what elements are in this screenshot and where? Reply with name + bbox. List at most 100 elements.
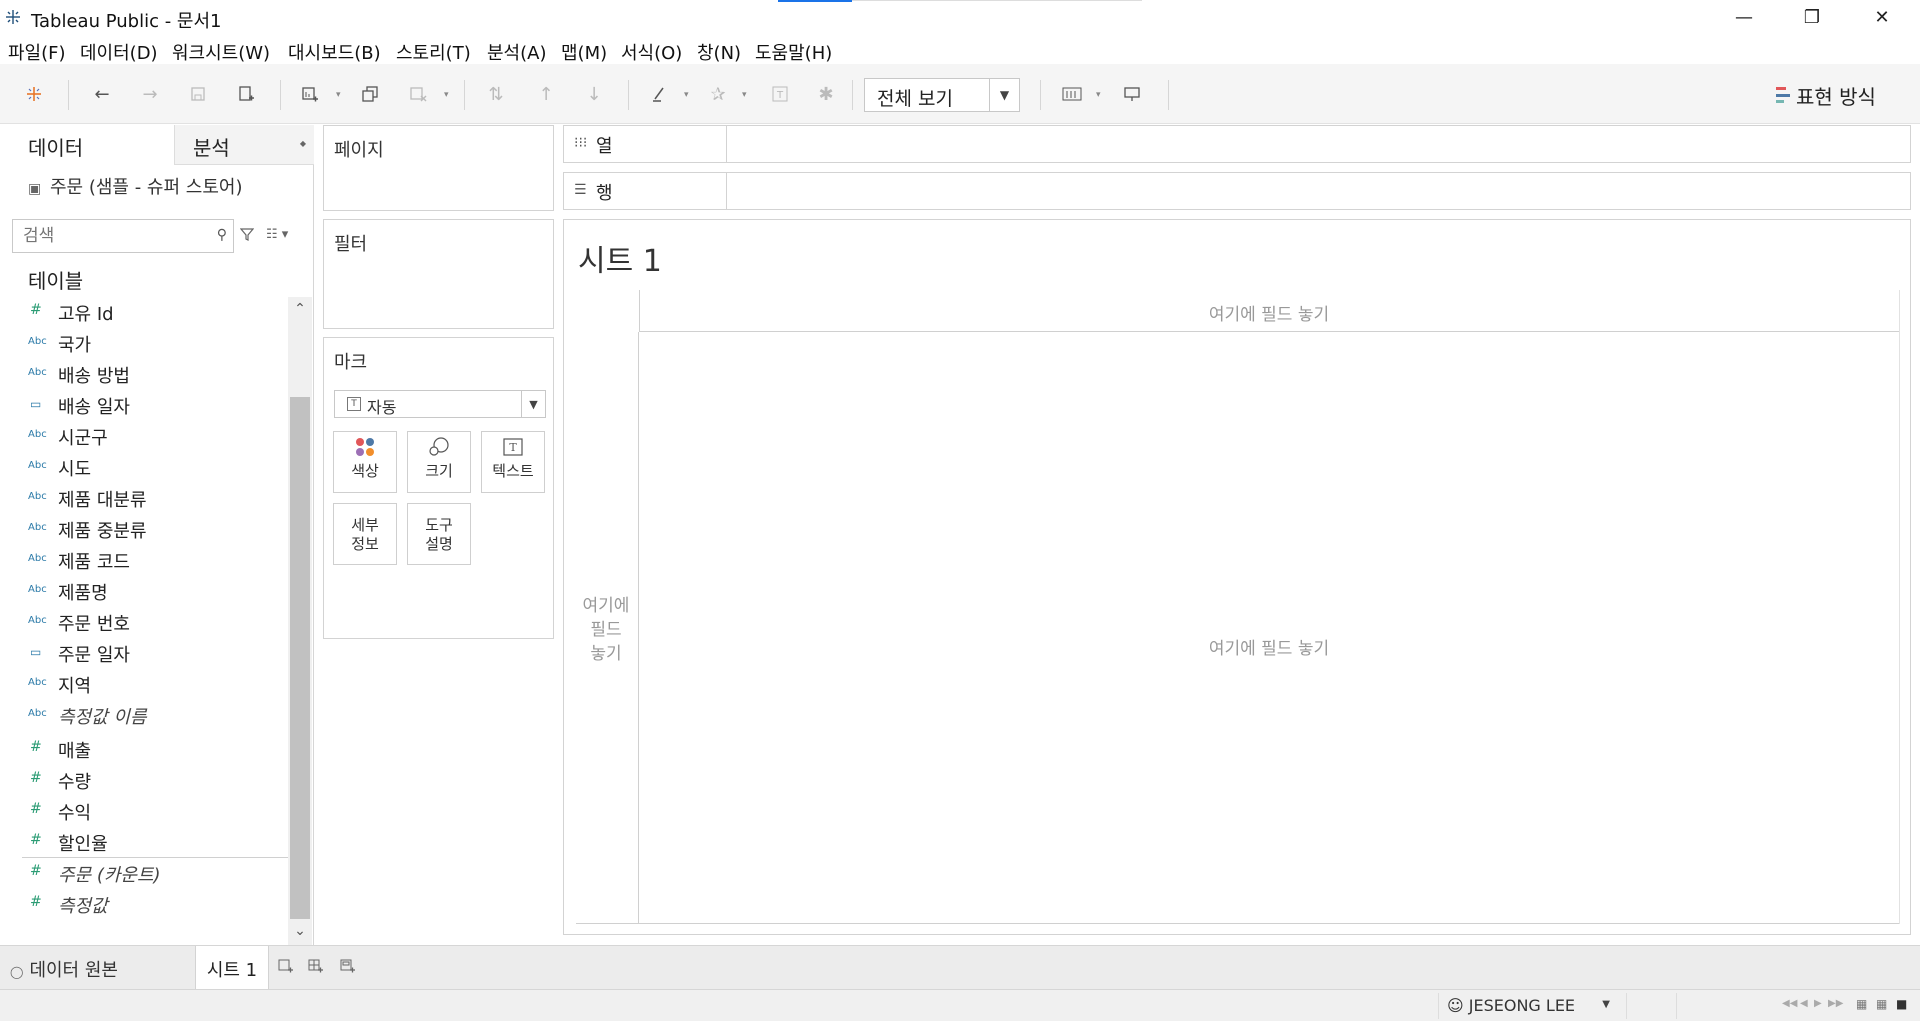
datasource-item[interactable]: ▣ 주문 (샘플 - 슈퍼 스토어) — [28, 173, 242, 199]
sort-ascending-icon[interactable]: ↑ — [534, 82, 558, 106]
drop-zone-main[interactable]: 여기에 필드 놓기 — [639, 332, 1899, 924]
swap-rows-columns-icon[interactable]: ⇅ — [484, 82, 508, 106]
fit-dropdown[interactable]: 전체 보기 ▼ — [864, 78, 1020, 112]
highlight-dropdown-icon[interactable]: ▾ — [684, 90, 692, 100]
redo-icon[interactable]: → — [138, 82, 162, 106]
field-item[interactable]: Abc 배송 방법 — [0, 359, 288, 389]
highlight-icon[interactable] — [648, 82, 672, 106]
field-item[interactable]: Abc 제품 중분류 — [0, 514, 288, 544]
tab-data[interactable]: 데이터 — [0, 125, 174, 165]
field-item[interactable]: ▭ 주문 일자 — [0, 638, 288, 668]
marks-type-dropdown[interactable]: T 자동 ▼ — [334, 390, 546, 418]
last-sheet-icon[interactable]: ▶▶ — [1828, 998, 1843, 1009]
field-item[interactable]: Abc 시도 — [0, 452, 288, 482]
scrollbar-thumb[interactable] — [290, 397, 310, 919]
field-item[interactable]: Abc 제품 코드 — [0, 545, 288, 575]
field-item[interactable]: Abc 시군구 — [0, 421, 288, 451]
drop-zone-columns[interactable]: 여기에 필드 놓기 — [639, 290, 1899, 332]
presentation-mode-icon[interactable] — [1120, 82, 1144, 106]
field-item[interactable]: # 수량 — [0, 765, 288, 795]
menu-analysis[interactable]: 분석(A) — [487, 39, 546, 65]
view-options-icon[interactable]: ☷ ▾ — [266, 227, 288, 242]
detail-button[interactable]: 세부 정보 — [333, 503, 397, 565]
tabs-view-icon[interactable]: ■ — [1896, 997, 1910, 1011]
clear-sheet-dropdown-icon[interactable]: ▾ — [444, 90, 452, 100]
scroll-down-icon[interactable]: ⌄ — [288, 919, 312, 943]
search-field[interactable]: ⚲ — [12, 219, 234, 253]
field-item[interactable]: # 주문 (카운트) — [0, 858, 288, 888]
group-members-icon[interactable]: ✰ — [706, 82, 730, 106]
color-button[interactable]: 색상 — [333, 431, 397, 493]
prev-sheet-icon[interactable]: ◀ — [1800, 998, 1808, 1009]
group-dropdown-icon[interactable]: ▾ — [742, 90, 750, 100]
show-mark-labels-icon[interactable]: T — [768, 82, 792, 106]
drop-hint-line: 놓기 — [590, 644, 622, 664]
field-name: 시도 — [58, 459, 92, 480]
sort-descending-icon[interactable]: ↓ — [582, 82, 606, 106]
menu-format[interactable]: 서식(O) — [621, 39, 682, 65]
menu-map[interactable]: 맵(M) — [561, 39, 607, 65]
menu-window[interactable]: 창(N) — [697, 39, 741, 65]
drop-zone-rows[interactable]: 여기에 필드 놓기 — [576, 332, 639, 924]
search-input[interactable] — [13, 220, 203, 252]
sheet-title[interactable]: 시트 1 — [578, 236, 662, 280]
size-button[interactable]: 크기 — [407, 431, 471, 493]
menu-worksheet[interactable]: 워크시트(W) — [172, 39, 270, 65]
show-cards-dropdown-icon[interactable]: ▾ — [1096, 90, 1104, 100]
menu-story[interactable]: 스토리(T) — [396, 39, 471, 65]
field-item[interactable]: Abc 측정값 이름 — [0, 700, 288, 730]
field-item[interactable]: Abc 주문 번호 — [0, 607, 288, 637]
minimize-button[interactable]: — — [1714, 0, 1774, 34]
rows-shelf[interactable]: ☰ 행 — [563, 172, 1911, 210]
menu-file[interactable]: 파일(F) — [8, 39, 66, 65]
filter-icon[interactable] — [239, 227, 255, 245]
field-item[interactable]: # 측정값 — [0, 889, 288, 919]
fix-axes-icon[interactable]: ✱ — [814, 82, 838, 106]
user-menu[interactable]: ☺ JESEONG LEE ▼ — [1438, 993, 1618, 1019]
pane-menu-icon[interactable]: ◆ — [300, 139, 306, 148]
field-item[interactable]: Abc 제품명 — [0, 576, 288, 606]
menu-help[interactable]: 도움말(H) — [755, 39, 832, 65]
tab-data-source[interactable]: ◯ 데이터 원본 — [10, 956, 118, 982]
filmstrip-icon[interactable]: ▦ — [1876, 997, 1890, 1011]
tooltip-button[interactable]: 도구 설명 — [407, 503, 471, 565]
field-item[interactable]: ▭ 배송 일자 — [0, 390, 288, 420]
show-cards-icon[interactable] — [1060, 82, 1084, 106]
new-worksheet-dropdown-icon[interactable]: ▾ — [336, 90, 344, 100]
tab-data-source-label: 데이터 원본 — [29, 960, 118, 981]
new-datasource-icon[interactable] — [234, 82, 258, 106]
field-item[interactable]: Abc 제품 대분류 — [0, 483, 288, 513]
columns-shelf[interactable]: ⁝⁝⁝ 열 — [563, 125, 1911, 163]
new-worksheet-icon[interactable] — [298, 82, 322, 106]
restore-button[interactable]: ❐ — [1782, 0, 1842, 34]
tab-sheet-1[interactable]: 시트 1 — [195, 946, 269, 990]
new-worksheet-tab-icon[interactable] — [276, 958, 296, 978]
text-button[interactable]: T 텍스트 — [481, 431, 545, 493]
new-story-tab-icon[interactable] — [338, 958, 358, 978]
tab-analysis[interactable]: 분석 ◆ — [174, 125, 314, 165]
scroll-up-icon[interactable]: ⌃ — [288, 297, 312, 321]
field-item[interactable]: # 매출 — [0, 734, 288, 764]
menu-dashboard[interactable]: 대시보드(B) — [288, 39, 381, 65]
menu-data[interactable]: 데이터(D) — [80, 39, 158, 65]
duplicate-sheet-icon[interactable] — [358, 82, 382, 106]
pages-card[interactable]: 페이지 — [323, 125, 554, 211]
clear-sheet-icon[interactable] — [406, 82, 430, 106]
show-me-button[interactable]: 표현 방식 — [1776, 81, 1876, 109]
field-item[interactable]: # 할인율 — [0, 827, 288, 857]
tableau-home-icon[interactable] — [22, 82, 46, 106]
save-icon[interactable] — [186, 82, 210, 106]
field-item[interactable]: # 고유 Id — [0, 297, 288, 327]
field-item[interactable]: Abc 국가 — [0, 328, 288, 358]
next-sheet-icon[interactable]: ▶ — [1814, 998, 1822, 1009]
filters-card[interactable]: 필터 — [323, 219, 554, 329]
undo-icon[interactable]: ← — [90, 82, 114, 106]
field-item[interactable]: # 수익 — [0, 796, 288, 826]
sheet-sorter-icon[interactable]: ▦ — [1856, 997, 1870, 1011]
view-area: 시트 1 여기에 필드 놓기 여기에 필드 놓기 여기에 필드 놓기 — [563, 219, 1911, 935]
first-sheet-icon[interactable]: ◀◀ — [1782, 998, 1797, 1009]
field-item[interactable]: Abc 지역 — [0, 669, 288, 699]
close-button[interactable]: ✕ — [1852, 0, 1912, 34]
string-type-icon: Abc — [28, 553, 47, 564]
new-dashboard-tab-icon[interactable] — [306, 958, 326, 978]
